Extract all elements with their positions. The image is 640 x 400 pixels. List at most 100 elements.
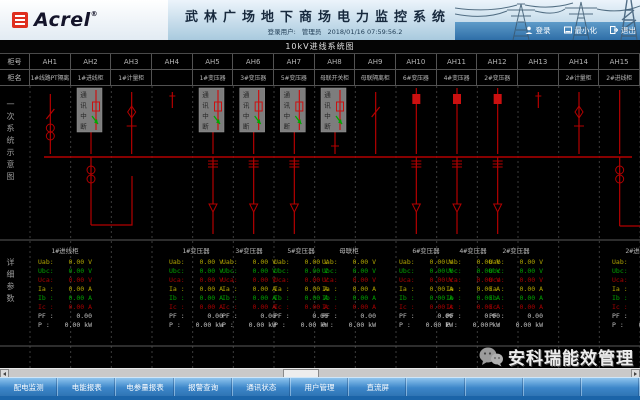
exit-button[interactable]: 退出 <box>610 25 636 36</box>
param-row: Ubc:0.00 V <box>220 267 278 276</box>
cabinet-id-cell: AH9 <box>355 54 396 70</box>
cabinet-id-cell: AH14 <box>559 54 600 70</box>
nav-item-通讯状态[interactable]: 通讯状态 <box>233 378 291 396</box>
param-row: Uca:0.00 V <box>220 276 278 285</box>
param-row: Uca:0.00 V <box>487 276 545 285</box>
param-row: Ubc:0.00 V <box>167 267 225 276</box>
param-row: Ic :0.00 A <box>487 303 545 312</box>
cabinet-name-cell: 母联开关柜 <box>315 70 356 86</box>
param-row: Ubc:0.00 V <box>36 267 94 276</box>
svg-text:通: 通 <box>324 90 331 99</box>
svg-text:中: 中 <box>324 111 331 120</box>
acrel-logo: Acrel® <box>0 0 168 40</box>
nav-item-报警查询[interactable]: 报警查询 <box>175 378 233 396</box>
acrel-logo-text: Acrel® <box>34 11 98 30</box>
param-row: Ubc:0.00 V <box>487 267 545 276</box>
cabinet-name-cell <box>152 70 193 86</box>
cabinet-name-cell: 2#变压器 <box>477 70 518 86</box>
param-row: Ib :0.00 A <box>167 294 225 303</box>
minimize-button[interactable]: 最小化 <box>564 25 598 36</box>
cabinet-name-cell: 1#计量柜 <box>111 70 152 86</box>
param-row: P :0.00 kW <box>610 321 640 330</box>
cabinet-name-cell: 6#变压器 <box>396 70 437 86</box>
cabinet-table: 柜号AH1AH2AH3AH4AH5AH6AH7AH8AH9AH10AH11AH1… <box>0 54 640 86</box>
svg-text:中: 中 <box>243 111 250 120</box>
param-row: PF :0.00 <box>36 312 94 321</box>
param-row: Ib :0.00 A <box>320 294 378 303</box>
cabinet-name-cell: 4#变压器 <box>437 70 478 86</box>
nav-empty-cell <box>466 378 524 396</box>
user-status-line: 登录用户: 管理员 2018/01/16 07:59:56.2 <box>190 26 480 36</box>
param-block: 母联柜Uab:0.00 VUbc:0.00 VUca:0.00 VIa :0.0… <box>320 246 378 330</box>
cabinet-id-cell: AH2 <box>71 54 112 70</box>
param-row: Ic :0.00 A <box>320 303 378 312</box>
svg-text:断: 断 <box>243 122 250 131</box>
page-subtitle: 10kV进线系统图 <box>0 40 640 54</box>
param-row: Uca:0.00 V <box>36 276 94 285</box>
param-row: PF :0.00 <box>320 312 378 321</box>
param-block-title: 2#进线柜 <box>610 246 640 258</box>
param-row: Uab:0.00 V <box>220 258 278 267</box>
header: Acrel® 武林广场地下商场电力监控系统 登录用户: 管理员 2018/01/… <box>0 0 640 40</box>
comm-fail-overlay: 通讯中断 <box>321 88 346 132</box>
svg-text:讯: 讯 <box>80 102 87 110</box>
user-icon <box>525 26 533 36</box>
param-row: PF :0.00 <box>487 312 545 321</box>
watermark-text: 安科瑞能效管理 <box>508 344 634 369</box>
h-scrollbar[interactable] <box>0 368 640 377</box>
cabinet-name-cell: 3#变压器 <box>233 70 274 86</box>
param-row: Ia :0.00 A <box>320 285 378 294</box>
svg-text:断: 断 <box>80 122 87 131</box>
nav-item-用户管理[interactable]: 用户管理 <box>291 378 349 396</box>
cabinet-id-cell: AH4 <box>152 54 193 70</box>
nav-item-配电监测[interactable]: 配电监测 <box>0 378 58 396</box>
param-row: Ic :0.00 A <box>220 303 278 312</box>
param-row: Uab:0.00 V <box>36 258 94 267</box>
param-row: Ubc:0.00 V <box>610 267 640 276</box>
svg-text:中: 中 <box>284 111 291 120</box>
nav-empty-cell <box>407 378 465 396</box>
param-row: Ic :0.00 A <box>167 303 225 312</box>
nav-item-电参量报表[interactable]: 电参量报表 <box>116 378 174 396</box>
param-row: P :0.00 kW <box>220 321 278 330</box>
cabinet-id-cell: AH12 <box>477 54 518 70</box>
param-block-title: 2#变压器 <box>487 246 545 258</box>
cabinet-id-cell: AH6 <box>233 54 274 70</box>
svg-text:中: 中 <box>80 111 87 120</box>
svg-text:讯: 讯 <box>243 102 250 110</box>
bottom-strip <box>0 396 640 400</box>
param-row: Ia :0.00 A <box>220 285 278 294</box>
cabinet-id-cell: AH11 <box>437 54 478 70</box>
cabinet-id-cell: AH3 <box>111 54 152 70</box>
login-button[interactable]: 登录 <box>525 25 551 36</box>
param-row: PF :0.00 <box>610 312 640 321</box>
cabinet-id-cell: AH7 <box>274 54 315 70</box>
sidebar-label-primary-diagram: 一次系统示意图 <box>5 100 16 184</box>
svg-text:断: 断 <box>202 122 209 131</box>
param-block-title: 3#变压器 <box>220 246 278 258</box>
param-row: Ib :0.00 A <box>220 294 278 303</box>
nav-item-直流屏[interactable]: 直流屏 <box>349 378 407 396</box>
param-row: Ib :0.00 A <box>487 294 545 303</box>
param-block-title: 1#变压器 <box>167 246 225 258</box>
param-row: Uab:0.00 V <box>610 258 640 267</box>
nav-bar: 配电监测电能报表电参量报表报警查询通讯状态用户管理直流屏 <box>0 377 640 396</box>
param-row: Uca:0.00 V <box>610 276 640 285</box>
user-value: 管理员 <box>302 28 322 36</box>
param-row: Ia :0.00 A <box>610 285 640 294</box>
param-block: 1#进线柜Uab:0.00 VUbc:0.00 VUca:0.00 VIa :0… <box>36 246 94 330</box>
comm-fail-overlay: 通讯中断 <box>280 88 305 132</box>
cabinet-name-row-label: 柜名 <box>0 70 30 86</box>
user-label: 登录用户: <box>268 28 296 36</box>
parameter-panel: 1#进线柜Uab:0.00 VUbc:0.00 VUca:0.00 VIa :0… <box>0 246 640 340</box>
svg-text:断: 断 <box>284 122 291 131</box>
param-block: 3#变压器Uab:0.00 VUbc:0.00 VUca:0.00 VIa :0… <box>220 246 278 330</box>
cabinet-name-cell: 2#进线柜 <box>599 70 640 86</box>
param-block-title: 1#进线柜 <box>36 246 94 258</box>
sidebar-label-detail-params: 详细参数 <box>5 258 16 306</box>
cabinet-id-cell: AH1 <box>30 54 71 70</box>
app-title: 武林广场地下商场电力监控系统 <box>168 6 468 25</box>
nav-item-电能报表[interactable]: 电能报表 <box>58 378 116 396</box>
param-row: Ia :0.00 A <box>487 285 545 294</box>
cabinet-name-cell: 2#计量柜 <box>559 70 600 86</box>
